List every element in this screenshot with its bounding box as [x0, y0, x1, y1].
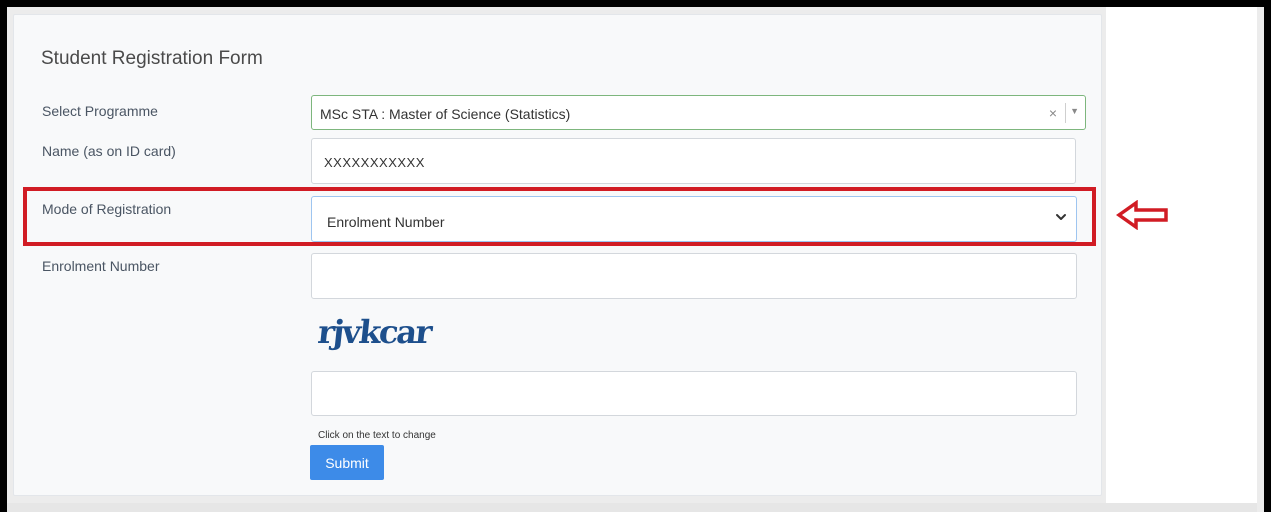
form-title: Student Registration Form [41, 48, 263, 69]
programme-select[interactable]: MSc STA : Master of Science (Statistics)… [311, 95, 1086, 130]
bottom-strip [7, 503, 1257, 512]
programme-value: MSc STA : Master of Science (Statistics) [320, 106, 571, 122]
captcha-input[interactable] [311, 371, 1077, 416]
left-arrow-outline-icon [1116, 200, 1168, 230]
captcha-image[interactable]: rjvkcar [316, 313, 432, 351]
name-label: Name (as on ID card) [42, 143, 176, 159]
clear-icon[interactable]: × [1049, 105, 1057, 121]
submit-button[interactable]: Submit [310, 445, 384, 480]
name-input[interactable]: XXXXXXXXXXX [311, 138, 1076, 184]
captcha-hint: Click on the text to change [318, 430, 436, 441]
enrolment-input[interactable] [311, 253, 1077, 299]
caret-down-icon[interactable]: ▼ [1070, 106, 1079, 116]
programme-label: Select Programme [42, 103, 158, 119]
right-margin [1106, 7, 1257, 512]
select-separator [1065, 103, 1066, 123]
highlight-box [23, 187, 1096, 246]
name-value: XXXXXXXXXXX [324, 155, 425, 170]
enrolment-label: Enrolment Number [42, 258, 160, 274]
